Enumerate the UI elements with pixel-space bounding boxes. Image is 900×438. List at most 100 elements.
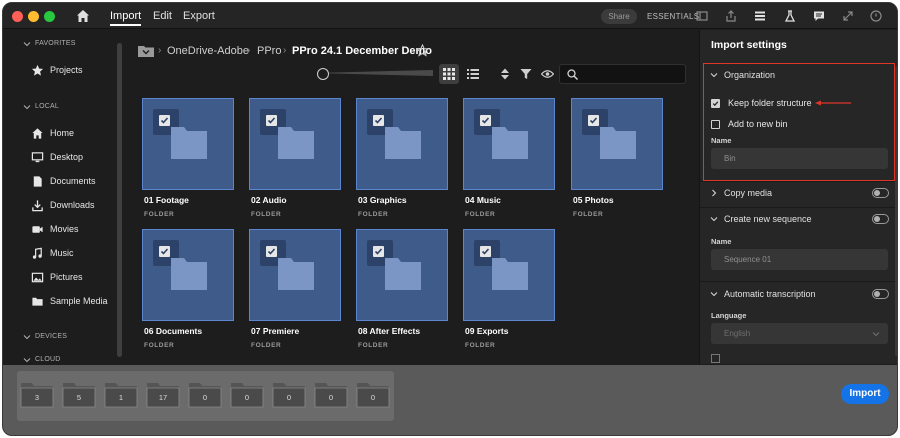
- create-new-sequence-toggle[interactable]: [872, 214, 889, 224]
- bin-name-label: Name: [711, 136, 732, 145]
- sidebar-item-sample-media[interactable]: Sample Media: [31, 293, 108, 309]
- copy-media-toggle[interactable]: [872, 188, 889, 198]
- sidebar-item-label: Desktop: [50, 152, 84, 162]
- sidebar-item-label: Music: [50, 248, 74, 258]
- folder-name: 04 Music: [465, 195, 501, 205]
- sidebar-section-label: LOCAL: [35, 103, 59, 110]
- language-select[interactable]: English: [711, 323, 888, 344]
- chevron-right-icon: [712, 189, 717, 197]
- sidebar-scrollbar[interactable]: [117, 43, 122, 357]
- checkmark-icon: [712, 101, 719, 107]
- sort-icon: [501, 68, 509, 80]
- music-note-icon: [32, 247, 42, 259]
- checkmark-icon: [480, 246, 491, 257]
- fullscreen-icon[interactable]: [841, 9, 855, 23]
- section-automatic-transcription-header[interactable]: Automatic transcription: [710, 289, 816, 299]
- tray-folder-item[interactable]: 0: [230, 382, 264, 408]
- folder-kind: FOLDER: [144, 211, 175, 218]
- chevron-down-icon: [710, 292, 718, 297]
- workspace-menu[interactable]: ESSENTIALS: [647, 12, 699, 21]
- folder-tile-09-exports[interactable]: [463, 229, 555, 321]
- panel-scrollbar[interactable]: [895, 66, 897, 356]
- tray-folder-item[interactable]: 0: [188, 382, 222, 408]
- sidebar-item-downloads[interactable]: Downloads: [31, 197, 95, 213]
- sidebar-item-projects[interactable]: Projects: [31, 62, 83, 78]
- tray-folder-item[interactable]: 0: [272, 382, 306, 408]
- list-view-button[interactable]: [463, 64, 483, 84]
- folder-tile-04-music[interactable]: [463, 98, 555, 190]
- sidebar-section-devices[interactable]: DEVICES: [23, 333, 67, 340]
- sidebar-section-favorites[interactable]: FAVORITES: [23, 40, 76, 47]
- document-icon: [33, 175, 42, 187]
- thumbnail-size-slider-handle[interactable]: [317, 68, 329, 80]
- folder-name: 08 After Effects: [358, 326, 421, 336]
- sidebar-item-home[interactable]: Home: [31, 125, 74, 141]
- breadcrumb-item-onedrive[interactable]: OneDrive-Adobe: [167, 45, 249, 57]
- menu-edit[interactable]: Edit: [153, 10, 172, 22]
- notifications-icon[interactable]: [869, 9, 883, 23]
- section-create-new-sequence-header[interactable]: Create new sequence: [710, 214, 812, 224]
- sidebar-item-desktop[interactable]: Desktop: [31, 149, 83, 165]
- sort-button[interactable]: [495, 64, 515, 84]
- search-input[interactable]: [559, 64, 686, 84]
- partial-checkbox[interactable]: [711, 354, 720, 363]
- zoom-window-button[interactable]: [44, 11, 55, 22]
- effects-flask-icon[interactable]: [783, 9, 797, 23]
- grid-view-button[interactable]: [439, 64, 459, 84]
- automatic-transcription-toggle[interactable]: [872, 289, 889, 299]
- breadcrumb-item-ppro[interactable]: PPro: [257, 45, 281, 57]
- sidebar-item-music[interactable]: Music: [31, 245, 74, 261]
- favorite-star-icon[interactable]: [416, 44, 429, 57]
- tray-folder-item[interactable]: 3: [20, 382, 54, 408]
- tray-folder-item[interactable]: 0: [314, 382, 348, 408]
- tray-item-count: 3: [34, 393, 40, 402]
- section-copy-media-header[interactable]: Copy media: [710, 188, 772, 198]
- share-button[interactable]: Share: [601, 9, 637, 24]
- breadcrumb-separator-icon: ›: [247, 45, 251, 56]
- sidebar-section-local[interactable]: LOCAL: [23, 103, 59, 110]
- folder-tile-03-graphics[interactable]: [356, 98, 448, 190]
- section-organization-header[interactable]: Organization: [710, 70, 775, 80]
- folder-tile-07-premiere[interactable]: [249, 229, 341, 321]
- panel-icon[interactable]: [695, 9, 709, 23]
- filter-button[interactable]: [516, 64, 536, 84]
- section-label: Organization: [724, 70, 776, 80]
- sidebar-item-label: Pictures: [50, 272, 83, 282]
- folder-tile-06-documents[interactable]: [142, 229, 234, 321]
- menu-import[interactable]: Import: [110, 10, 142, 26]
- sidebar-section-cloud[interactable]: CLOUD: [23, 356, 61, 363]
- folder-tile-02-audio[interactable]: [249, 98, 341, 190]
- tray-folder-item[interactable]: 0: [356, 382, 390, 408]
- visibility-button[interactable]: [537, 64, 557, 84]
- tray-item-count: 0: [328, 393, 334, 402]
- home-icon[interactable]: [75, 8, 91, 24]
- add-to-new-bin-checkbox[interactable]: [711, 120, 720, 129]
- sidebar-item-documents[interactable]: Documents: [31, 173, 96, 189]
- sidebar-item-movies[interactable]: Movies: [31, 221, 79, 237]
- thumbnail-size-slider-track[interactable]: [323, 70, 433, 76]
- close-window-button[interactable]: [12, 11, 23, 22]
- folder-tile-05-photos[interactable]: [571, 98, 663, 190]
- folder-tile-01-footage[interactable]: [142, 98, 234, 190]
- tray-folder-item[interactable]: 5: [62, 382, 96, 408]
- folder-tile-08-after-effects[interactable]: [356, 229, 448, 321]
- sidebar-item-pictures[interactable]: Pictures: [31, 269, 83, 285]
- minimize-window-button[interactable]: [28, 11, 39, 22]
- share-upload-icon[interactable]: [724, 9, 738, 23]
- locations-sidebar: FAVORITES Projects LOCAL Home Desktop Do…: [3, 30, 125, 364]
- eye-icon: [540, 70, 554, 78]
- checkmark-icon: [159, 246, 170, 257]
- sequence-name-input[interactable]: Sequence 01: [711, 249, 888, 270]
- properties-icon[interactable]: [753, 9, 767, 23]
- keep-folder-structure-checkbox[interactable]: [711, 99, 720, 108]
- import-button[interactable]: Import: [841, 384, 889, 404]
- comments-icon[interactable]: [812, 9, 826, 23]
- tray-folder-item[interactable]: 1: [104, 382, 138, 408]
- breadcrumb-item-current[interactable]: PPro 24.1 December Demo: [292, 45, 432, 57]
- location-dropdown-icon[interactable]: [137, 44, 155, 58]
- menu-export[interactable]: Export: [183, 10, 215, 22]
- bin-name-input[interactable]: Bin: [711, 148, 888, 169]
- tray-folder-item[interactable]: 17: [146, 382, 180, 408]
- tray-item-count: 0: [286, 393, 292, 402]
- folder-kind: FOLDER: [358, 211, 389, 218]
